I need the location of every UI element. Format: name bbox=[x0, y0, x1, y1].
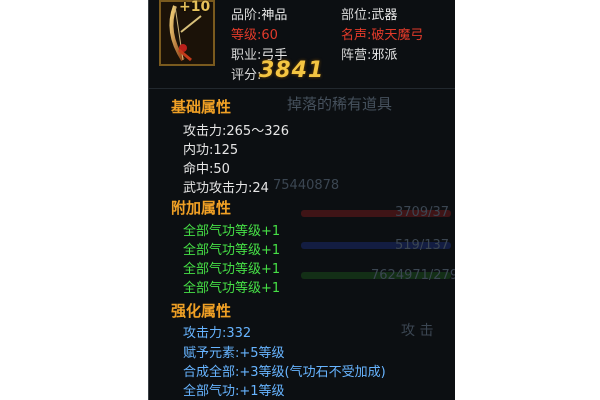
grade-value: 神品 bbox=[261, 8, 288, 23]
enhance-stat: 攻击力:332 bbox=[183, 326, 252, 341]
faction-row: 阵营:邪派 bbox=[341, 44, 397, 63]
grade-label: 品阶: bbox=[231, 8, 262, 23]
enhance-stat: 全部气功:+1等级 bbox=[183, 384, 285, 399]
extra-stat: 全部气功等级+1 bbox=[183, 224, 281, 239]
bg-drop-text: 掉落的稀有道具 bbox=[287, 95, 393, 113]
base-stat: 命中:50 bbox=[183, 162, 230, 177]
base-stat: 攻击力:265～326 bbox=[183, 124, 290, 139]
extra-stat: 全部气功等级+1 bbox=[183, 262, 281, 277]
extra-section-title: 附加属性 bbox=[171, 199, 232, 217]
class-label: 职业: bbox=[231, 48, 262, 63]
bg-bar-blue bbox=[301, 242, 451, 249]
bg-bar3-text: 7624971/279 bbox=[371, 268, 455, 283]
score-label: 评分: bbox=[231, 68, 262, 83]
slot-row: 部位:武器 bbox=[341, 4, 397, 23]
base-stat: 内功:125 bbox=[183, 143, 239, 158]
bg-bar-red bbox=[301, 210, 451, 217]
enhance-section-title: 强化属性 bbox=[171, 302, 232, 320]
bg-side-text: 攻 击 bbox=[401, 323, 434, 339]
base-stat: 武功攻击力:24 bbox=[183, 181, 269, 196]
grade-row: 品阶:神品 bbox=[231, 4, 287, 23]
faction-label: 阵营: bbox=[341, 48, 372, 63]
level-row: 等级:60 bbox=[231, 24, 278, 43]
level-value: 60 bbox=[261, 28, 278, 43]
header-divider bbox=[149, 88, 455, 89]
score-value: 3841 bbox=[259, 58, 325, 83]
base-section-title: 基础属性 bbox=[171, 98, 232, 116]
faction-value: 邪派 bbox=[371, 48, 398, 63]
fame-row: 名声:破天魔弓 bbox=[341, 24, 423, 43]
bg-bar-green bbox=[301, 272, 451, 279]
enhance-stat: 合成全部:+3等级(气功石不受加成) bbox=[183, 365, 386, 380]
enhance-stat: 赋予元素:+5等级 bbox=[183, 346, 285, 361]
enhance-level-badge: +10 bbox=[179, 0, 211, 15]
level-label: 等级: bbox=[231, 28, 262, 43]
extra-stat: 全部气功等级+1 bbox=[183, 243, 281, 258]
item-tooltip: 掉落的稀有道具 75440878 3709/37 519/137 7624971… bbox=[148, 0, 455, 400]
bg-bar1-text: 3709/37 bbox=[395, 205, 450, 220]
slot-value: 武器 bbox=[371, 8, 398, 23]
bg-number-text: 75440878 bbox=[273, 178, 340, 193]
bg-bar2-text: 519/137 bbox=[395, 238, 450, 253]
slot-label: 部位: bbox=[341, 8, 372, 23]
fame-value: 破天魔弓 bbox=[371, 28, 424, 43]
extra-stat: 全部气功等级+1 bbox=[183, 281, 281, 296]
fame-label: 名声: bbox=[341, 28, 372, 43]
